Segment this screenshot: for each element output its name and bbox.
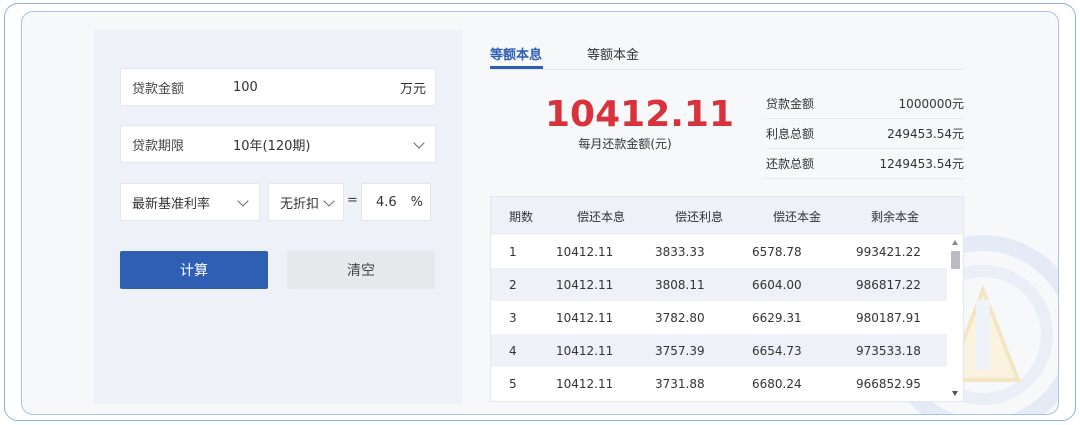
cell-period: 5 (509, 376, 517, 391)
chevron-down-icon (413, 137, 425, 149)
loan-term-select[interactable]: 贷款期限 10年(120期) (120, 125, 436, 163)
loan-amount-input[interactable]: 100 (233, 80, 258, 95)
header-payment: 偿还本息 (577, 209, 626, 224)
summary-value: 1000000元 (898, 97, 964, 111)
cell-interest: 3731.88 (655, 376, 705, 391)
cell-payment: 10412.11 (556, 310, 614, 325)
header-interest: 偿还利息 (675, 209, 724, 224)
monthly-payment-amount: 10412.11 (545, 94, 735, 135)
tab-equal-installment[interactable]: 等额本息 (490, 44, 542, 63)
loan-term-label: 贷款期限 (132, 138, 185, 154)
summary-total-repayment: 还款总额 1249453.54元 (766, 149, 964, 179)
cell-payment: 10412.11 (556, 376, 614, 391)
cell-payment: 10412.11 (556, 244, 614, 259)
cell-payment: 10412.11 (556, 277, 614, 292)
cell-remaining: 973533.18 (856, 343, 921, 358)
monthly-payment-caption: 每月还款金额(元) (578, 137, 672, 151)
rate-type-value: 最新基准利率 (132, 196, 211, 212)
summary-label: 利息总额 (766, 127, 815, 141)
loan-amount-field[interactable]: 贷款金额 100 万元 (120, 68, 436, 106)
table-scrollbar[interactable] (949, 237, 961, 399)
summary-loan-amount: 贷款金额 1000000元 (766, 89, 964, 119)
discount-select[interactable]: 无折扣 (268, 183, 344, 221)
summary-value: 249453.54元 (887, 127, 964, 141)
cell-remaining: 980187.91 (856, 310, 921, 325)
header-principal: 偿还本金 (773, 209, 822, 224)
cell-period: 1 (509, 244, 517, 259)
repayment-schedule-table: 期数 偿还本息 偿还利息 偿还本金 剩余本金 1 10412.11 3833.3… (490, 196, 964, 402)
summary-value: 1249453.54元 (879, 157, 964, 171)
scroll-down-arrow-icon[interactable] (952, 391, 958, 396)
repayment-method-tabs: 等额本息 等额本金 (490, 40, 964, 70)
interest-rate-unit: % (410, 194, 423, 210)
rate-type-select[interactable]: 最新基准利率 (120, 183, 260, 221)
summary-label: 贷款金额 (766, 97, 815, 111)
cell-interest: 3833.33 (655, 244, 705, 259)
calculate-button[interactable]: 计算 (120, 251, 268, 289)
loan-term-value: 10年(120期) (233, 138, 311, 154)
interest-rate-field[interactable]: 4.6 % (361, 183, 431, 221)
cell-principal: 6578.78 (752, 244, 802, 259)
tab-equal-principal[interactable]: 等额本金 (587, 44, 639, 63)
table-row: 5 10412.11 3731.88 6680.24 966852.95 (491, 367, 947, 400)
cell-principal: 6604.00 (752, 277, 802, 292)
table-row: 2 10412.11 3808.11 6604.00 986817.22 (491, 268, 947, 301)
cell-remaining: 966852.95 (856, 376, 921, 391)
table-row: 3 10412.11 3782.80 6629.31 980187.91 (491, 301, 947, 334)
chevron-down-icon (237, 195, 249, 207)
cell-principal: 6629.31 (752, 310, 802, 325)
summary-total-interest: 利息总额 249453.54元 (766, 119, 964, 149)
cell-period: 3 (509, 310, 517, 325)
cell-interest: 3782.80 (655, 310, 705, 325)
summary-label: 还款总额 (766, 157, 815, 171)
cell-principal: 6654.73 (752, 343, 802, 358)
cell-remaining: 993421.22 (856, 244, 921, 259)
cell-interest: 3808.11 (655, 277, 705, 292)
loan-amount-unit: 万元 (399, 81, 426, 97)
table-header: 期数 偿还本息 偿还利息 偿还本金 剩余本金 (491, 197, 963, 235)
cell-period: 2 (509, 277, 517, 292)
cell-interest: 3757.39 (655, 343, 705, 358)
equals-sign: = (347, 193, 358, 208)
cell-payment: 10412.11 (556, 343, 614, 358)
table-row: 4 10412.11 3757.39 6654.73 973533.18 (491, 334, 947, 367)
cell-remaining: 986817.22 (856, 277, 921, 292)
interest-rate-input[interactable]: 4.6 (376, 195, 397, 210)
header-period: 期数 (509, 209, 534, 224)
scroll-up-arrow-icon[interactable] (952, 240, 958, 245)
header-remaining: 剩余本金 (871, 209, 920, 224)
cell-period: 4 (509, 343, 517, 358)
loan-amount-label: 贷款金额 (132, 81, 185, 97)
clear-button[interactable]: 清空 (287, 251, 435, 289)
discount-value: 无折扣 (280, 196, 320, 212)
scroll-thumb[interactable] (951, 251, 960, 269)
active-tab-indicator (490, 66, 543, 69)
chevron-down-icon (323, 195, 335, 207)
cell-principal: 6680.24 (752, 376, 802, 391)
table-row: 1 10412.11 3833.33 6578.78 993421.22 (491, 235, 947, 268)
